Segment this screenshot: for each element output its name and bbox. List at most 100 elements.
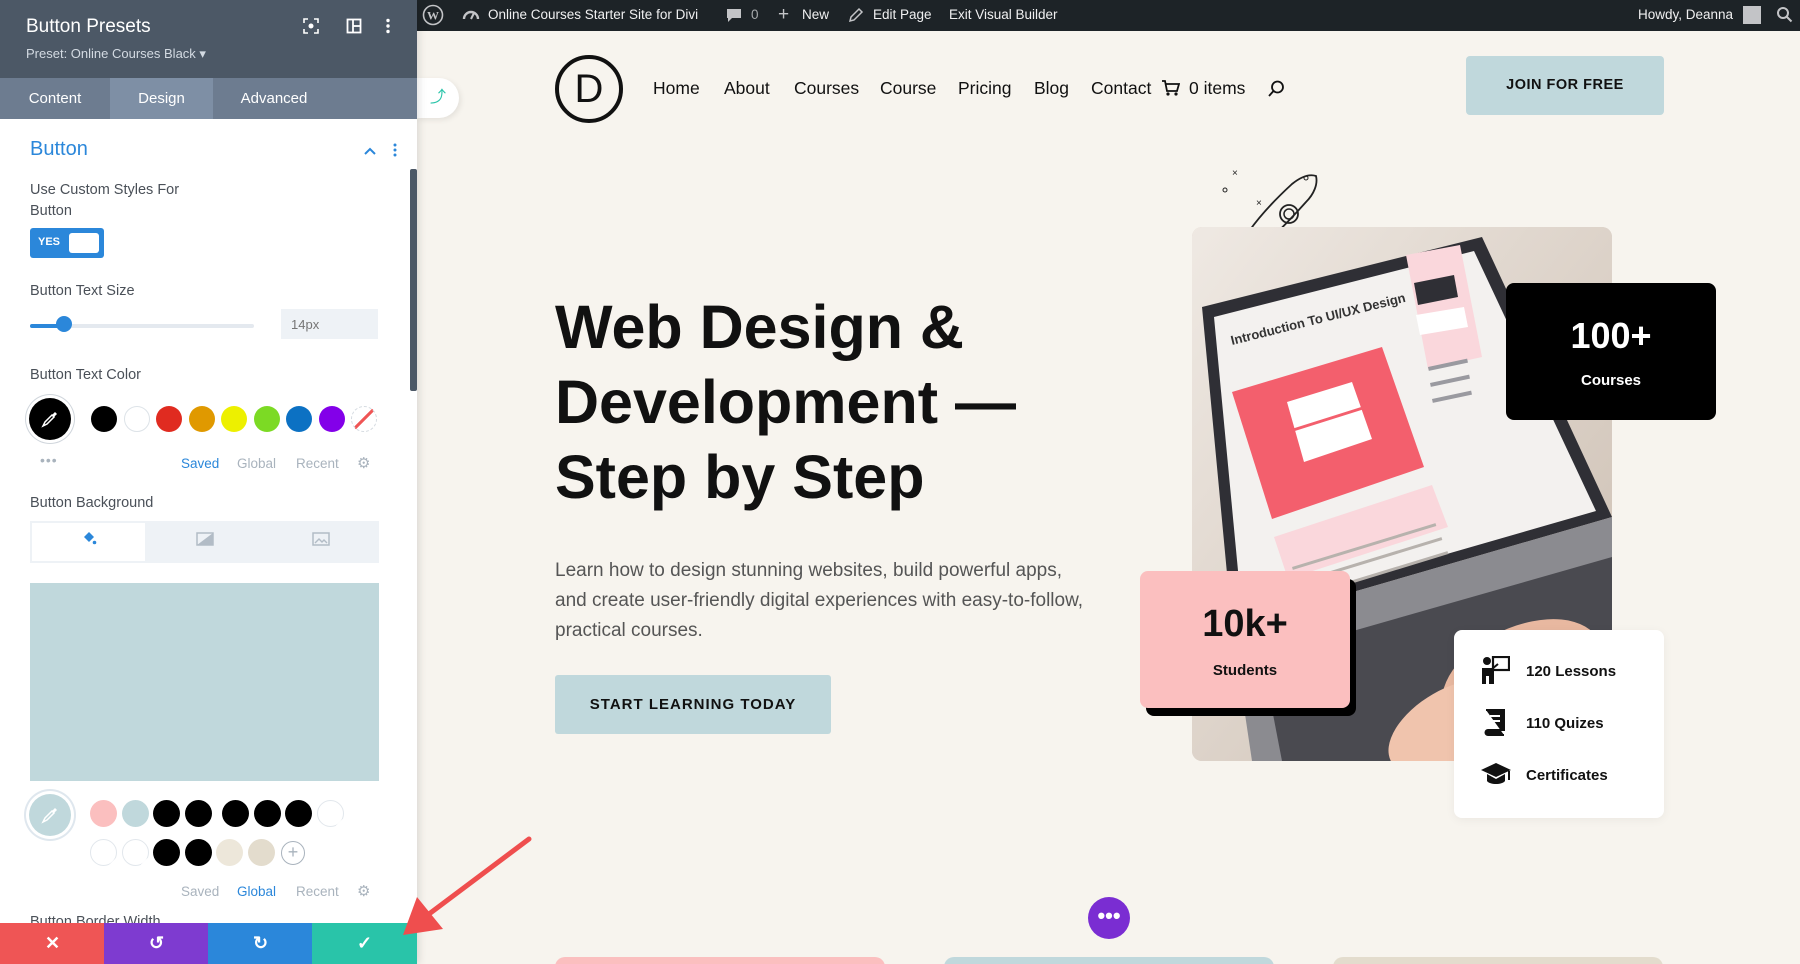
gradient-icon[interactable] (148, 523, 261, 561)
bg-color-swatch[interactable] (121, 800, 149, 827)
text-color-swatch[interactable] (221, 406, 247, 432)
bg-color-swatch[interactable] (90, 800, 117, 827)
add-color-icon[interactable]: + (281, 841, 305, 865)
color-fill-icon[interactable] (32, 523, 145, 561)
bottom-card-beige (1333, 957, 1663, 964)
bg-color-swatch[interactable] (253, 800, 281, 827)
bg-color-swatch[interactable] (184, 839, 212, 866)
custom-styles-toggle[interactable]: YES (30, 228, 104, 258)
hero-title: Web Design & Development — Step by Step (555, 293, 1016, 511)
text-color-swatch[interactable] (286, 406, 312, 432)
nav-blog[interactable]: Blog (1034, 78, 1069, 99)
tab-advanced[interactable]: Advanced (213, 78, 335, 119)
plus-icon[interactable]: + (778, 4, 789, 26)
nav-about[interactable]: About (724, 78, 770, 99)
nav-course[interactable]: Course (880, 78, 936, 99)
svg-text:W: W (427, 9, 439, 23)
admin-howdy[interactable]: Howdy, Deanna (1638, 7, 1733, 22)
bg-color-swatch[interactable] (216, 839, 243, 866)
preset-dropdown[interactable]: Preset: Online Courses Black ▾ (26, 46, 206, 62)
cart-icon[interactable] (1162, 80, 1181, 101)
color-tab-recent[interactable]: Recent (296, 456, 339, 471)
wordpress-icon[interactable]: W (422, 4, 444, 29)
bg-color-swatch[interactable] (247, 839, 275, 866)
comment-icon[interactable] (726, 7, 742, 26)
pencil-icon[interactable] (848, 7, 864, 26)
settings-panel: Button Presets Preset: Online Courses Bl… (0, 0, 417, 964)
text-color-picker[interactable] (29, 398, 71, 440)
avatar[interactable] (1743, 6, 1761, 24)
bg-tab-saved[interactable]: Saved (181, 884, 219, 899)
text-color-swatch[interactable] (156, 406, 182, 432)
chevron-up-icon[interactable] (363, 143, 377, 161)
action-bar: ✕ ↺ ↻ ✓ (0, 923, 417, 964)
text-color-swatch[interactable] (351, 406, 377, 432)
section-kebab-icon[interactable] (392, 143, 398, 162)
text-size-input[interactable] (281, 309, 378, 339)
bg-color-swatch[interactable] (90, 839, 117, 866)
stat-students-number: 10k+ (1202, 603, 1288, 645)
text-color-swatch[interactable] (188, 406, 215, 432)
text-color-label: Button Text Color (30, 367, 141, 383)
slider-handle[interactable] (55, 316, 72, 332)
text-color-swatch[interactable] (91, 406, 117, 432)
bg-color-swatch[interactable] (153, 839, 180, 866)
color-tab-saved[interactable]: Saved (181, 456, 219, 471)
text-color-swatch[interactable] (123, 406, 150, 432)
nav-pricing[interactable]: Pricing (958, 78, 1012, 99)
svg-text:×: × (1232, 168, 1238, 179)
bg-tab-global[interactable]: Global (237, 884, 276, 899)
more-swatches-icon[interactable]: ••• (40, 452, 58, 468)
nav-home[interactable]: Home (653, 78, 700, 99)
redo-icon[interactable]: ↻ (208, 923, 313, 964)
comment-count[interactable]: 0 (751, 7, 759, 22)
text-size-label: Button Text Size (30, 283, 135, 299)
builder-options-button[interactable]: ••• (1088, 897, 1130, 939)
toggle-knob (69, 233, 99, 253)
bg-color-swatch[interactable] (285, 800, 312, 827)
stat-courses-number: 100+ (1570, 315, 1652, 356)
site-logo[interactable]: D (555, 55, 623, 123)
stat-courses-label: Courses (1580, 372, 1642, 389)
layout-icon[interactable] (344, 18, 364, 38)
bg-label: Button Background (30, 495, 154, 511)
admin-new[interactable]: New (802, 7, 829, 22)
toggle-label: YES (38, 236, 61, 248)
bg-color-swatch[interactable] (222, 800, 249, 827)
builder-swap-tab[interactable]: ⤴ (417, 78, 459, 118)
start-learning-button[interactable]: START LEARNING TODAY (555, 675, 831, 734)
color-tab-global[interactable]: Global (237, 456, 276, 471)
close-icon[interactable]: ✕ (0, 923, 105, 964)
image-icon[interactable] (264, 523, 377, 561)
bg-color-preview[interactable] (30, 583, 379, 781)
bg-color-swatch[interactable] (316, 800, 344, 827)
tab-content[interactable]: Content (0, 78, 110, 119)
undo-icon[interactable]: ↺ (104, 923, 209, 964)
search-icon[interactable] (1268, 80, 1285, 102)
annotation-arrow-icon (395, 835, 535, 950)
kebab-icon[interactable] (378, 18, 398, 38)
text-color-swatch[interactable] (253, 406, 280, 432)
search-icon[interactable] (1776, 6, 1793, 26)
admin-edit-page[interactable]: Edit Page (873, 7, 932, 22)
bg-tab-recent[interactable]: Recent (296, 884, 339, 899)
bg-color-picker[interactable] (29, 794, 71, 836)
tab-design[interactable]: Design (110, 78, 213, 119)
gear-icon[interactable]: ⚙ (357, 882, 370, 900)
text-color-swatch[interactable] (318, 406, 345, 432)
cart-items[interactable]: 0 items (1189, 78, 1245, 99)
section-title[interactable]: Button (30, 138, 88, 161)
bg-color-swatch[interactable] (184, 800, 212, 827)
bg-color-swatch[interactable] (121, 839, 149, 866)
nav-courses[interactable]: Courses (794, 78, 859, 99)
gear-icon[interactable]: ⚙ (357, 454, 370, 472)
panel-scrollbar[interactable] (410, 169, 417, 391)
admin-site-name[interactable]: Online Courses Starter Site for Divi (488, 7, 698, 22)
admin-exit-builder[interactable]: Exit Visual Builder (949, 7, 1058, 22)
custom-styles-label: Use Custom Styles For Button (30, 182, 180, 219)
focus-icon[interactable] (301, 18, 321, 38)
panel-body: Button Use Custom Styles For Button YES … (0, 119, 417, 930)
bg-color-swatch[interactable] (153, 800, 180, 827)
join-for-free-button[interactable]: JOIN FOR FREE (1466, 56, 1664, 115)
nav-contact[interactable]: Contact (1091, 78, 1151, 99)
